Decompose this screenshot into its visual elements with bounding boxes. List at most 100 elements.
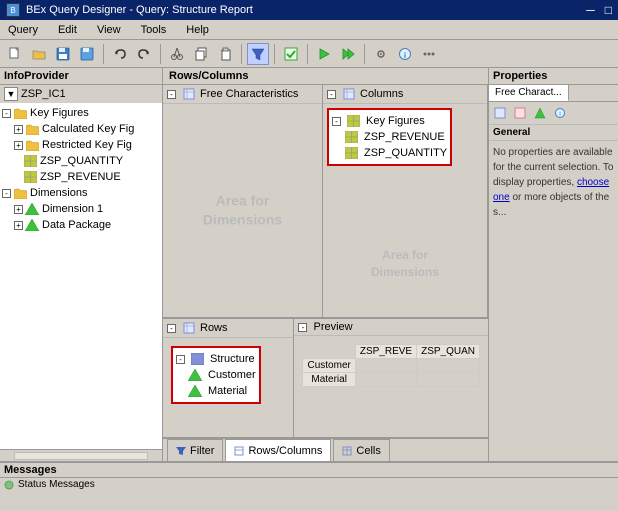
more-btn[interactable] [418, 43, 440, 65]
filter-btn[interactable] [247, 43, 269, 65]
status-label: Status Messages [18, 479, 95, 490]
sep4 [274, 44, 275, 64]
settings-btn[interactable] [370, 43, 392, 65]
kf-tree-header[interactable]: - Key Figures [332, 113, 447, 129]
open-btn[interactable] [28, 43, 50, 65]
undo-btn[interactable] [109, 43, 131, 65]
props-btn4[interactable]: i [551, 104, 569, 122]
zsp-revenue-node[interactable]: ZSP_REVENUE [2, 169, 160, 185]
copy-btn[interactable] [190, 43, 212, 65]
restricted-kf-node[interactable]: + Restricted Key Fig [2, 137, 160, 153]
rows-content: - Structure Customer [163, 338, 293, 437]
properties-header: Properties [489, 68, 618, 85]
dim1-node[interactable]: + Dimension 1 [2, 201, 160, 217]
cells-tab[interactable]: Cells [333, 439, 389, 461]
rows-expand[interactable]: - [167, 324, 176, 333]
dim1-label: Dimension 1 [42, 203, 103, 215]
menu-tools[interactable]: Tools [137, 23, 171, 37]
scrollbar-area [0, 449, 162, 461]
preview-col-2: ZSP_QUAN [417, 345, 480, 359]
zsp-quantity-col-item[interactable]: ZSP_QUANTITY [332, 145, 447, 161]
revenue-kf-icon [344, 130, 358, 144]
restrictkf-expand[interactable]: + [14, 141, 23, 150]
columns-expand[interactable]: - [327, 90, 336, 99]
calckf-expand[interactable]: + [14, 125, 23, 134]
columns-header: - Columns [323, 85, 487, 104]
props-btn1[interactable] [491, 104, 509, 122]
kf-expand[interactable]: - [2, 109, 11, 118]
props-tabs: Free Charact... [489, 85, 618, 102]
calc-kf-node[interactable]: + Calculated Key Fig [2, 121, 160, 137]
quantity-col-label: ZSP_QUANTITY [364, 147, 447, 159]
minimize-btn[interactable]: ─ [586, 3, 595, 17]
zsp-quantity-node[interactable]: ZSP_QUANTITY [2, 153, 160, 169]
preview-table: ZSP_REVE ZSP_QUAN Customer Material [302, 344, 480, 387]
preview-expand[interactable]: - [298, 323, 307, 332]
rows-structure-box: - Structure Customer [171, 346, 261, 404]
customer-icon [188, 368, 202, 382]
menu-edit[interactable]: Edit [54, 23, 81, 37]
rows-columns-tab[interactable]: Rows/Columns [225, 439, 331, 461]
cut-btn[interactable] [166, 43, 188, 65]
saveas-btn[interactable] [76, 43, 98, 65]
info-btn[interactable]: i [394, 43, 416, 65]
free-char-label: Free Characteristics [200, 88, 298, 100]
rows-panel: - Rows - Structure [163, 319, 294, 437]
sep2 [160, 44, 161, 64]
check-btn[interactable] [280, 43, 302, 65]
cells-tab-label: Cells [356, 445, 380, 457]
material-icon [188, 384, 202, 398]
preview-row-2: Material [303, 373, 355, 387]
new-btn[interactable] [4, 43, 26, 65]
props-content: No properties are available for the curr… [489, 141, 618, 224]
paste-btn[interactable] [214, 43, 236, 65]
kf-columns-box: - Key Figures ZSP_REVENUE [327, 108, 452, 166]
app-icon: B [6, 3, 20, 17]
main-layout: InfoProvider ▼ ZSP_IC1 - Key Figures + C… [0, 68, 618, 461]
data-pkg-node[interactable]: + Data Package [2, 217, 160, 233]
provider-selector[interactable]: ▼ ZSP_IC1 [0, 85, 162, 103]
info-provider-header: InfoProvider [0, 68, 162, 85]
kf-tree-expand[interactable]: - [332, 117, 341, 126]
dimensions-node[interactable]: - Dimensions [2, 185, 160, 201]
zsp-revenue-col-item[interactable]: ZSP_REVENUE [332, 129, 447, 145]
provider-dropdown-icon[interactable]: ▼ [4, 87, 18, 101]
menu-help[interactable]: Help [182, 23, 213, 37]
zsp-revenue-label: ZSP_REVENUE [40, 171, 121, 183]
restricted-kf-label: Restricted Key Fig [42, 139, 132, 151]
sep1 [103, 44, 104, 64]
filter-tab[interactable]: Filter [167, 439, 223, 461]
customer-item[interactable]: Customer [176, 367, 256, 383]
dim1-expand[interactable]: + [14, 205, 23, 214]
kf-tree-icon [346, 114, 360, 128]
material-label: Material [208, 385, 247, 397]
menu-query[interactable]: Query [4, 23, 42, 37]
table-row: Material [303, 373, 480, 387]
key-figures-node[interactable]: - Key Figures [2, 105, 160, 121]
struct-expand[interactable]: - [176, 355, 185, 364]
execute-btn[interactable] [313, 43, 335, 65]
rows-header: - Rows [163, 319, 293, 338]
title-text: BEx Query Designer - Query: Structure Re… [26, 4, 253, 16]
redo-btn[interactable] [133, 43, 155, 65]
freechar-expand[interactable]: - [167, 90, 176, 99]
rows-icon [182, 321, 196, 335]
props-btn3[interactable] [531, 104, 549, 122]
free-char-header: - Free Characteristics [163, 85, 322, 104]
props-tab-freechar[interactable]: Free Charact... [489, 85, 569, 101]
sep5 [307, 44, 308, 64]
material-item[interactable]: Material [176, 383, 256, 399]
structure-label: Structure [210, 353, 255, 365]
free-char-panel: - Free Characteristics Area forDimension… [163, 85, 323, 317]
maximize-btn[interactable]: □ [605, 3, 612, 17]
datapkg-expand[interactable]: + [14, 221, 23, 230]
props-btn2[interactable] [511, 104, 529, 122]
sep3 [241, 44, 242, 64]
dim-folder-icon [13, 186, 27, 200]
structure-item[interactable]: - Structure [176, 351, 256, 367]
dim-expand[interactable]: - [2, 189, 11, 198]
preview-label: Preview [313, 321, 352, 333]
execute2-btn[interactable] [337, 43, 359, 65]
save-btn[interactable] [52, 43, 74, 65]
menu-view[interactable]: View [93, 23, 125, 37]
